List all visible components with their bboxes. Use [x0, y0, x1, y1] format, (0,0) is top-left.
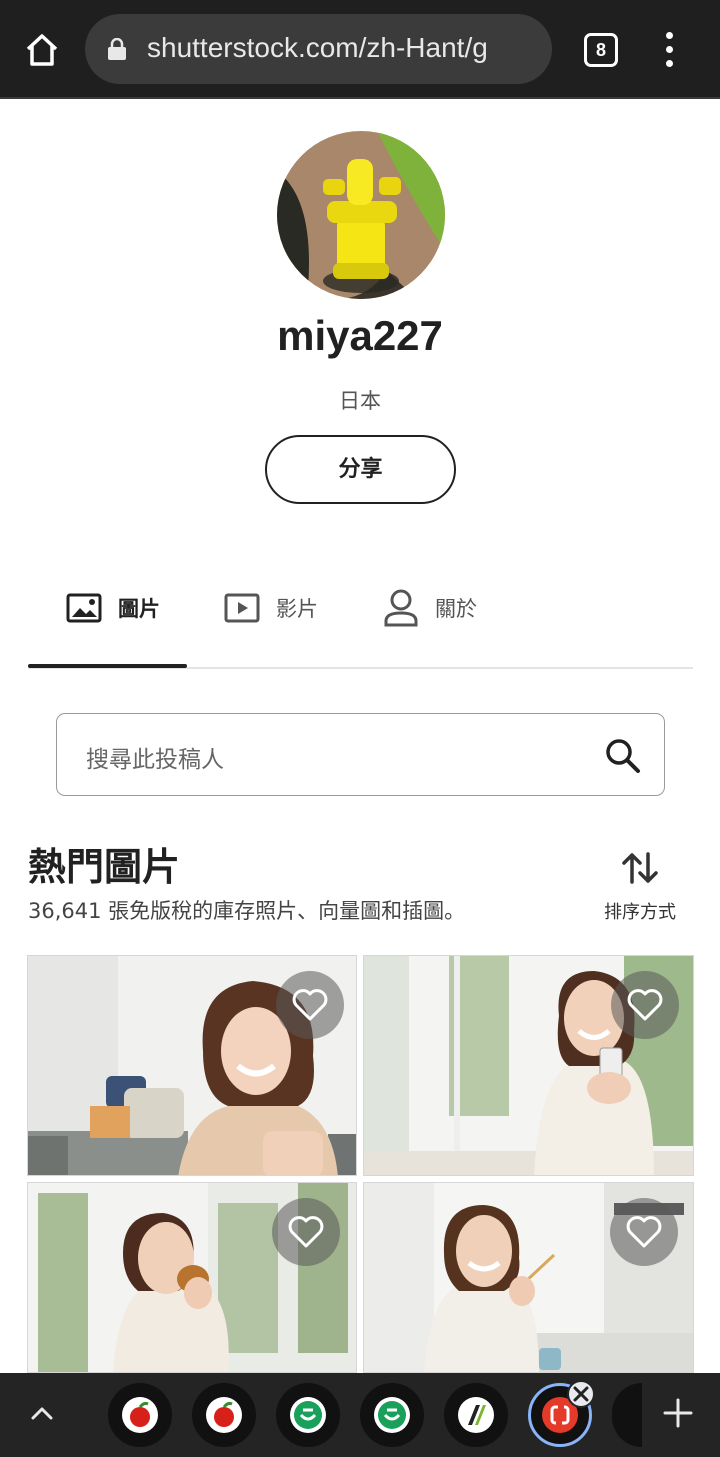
- favorite-button[interactable]: [610, 1198, 678, 1266]
- image-icon: [66, 593, 102, 623]
- green-logo-icon: [374, 1397, 410, 1433]
- favorite-button[interactable]: [276, 971, 344, 1039]
- url-text: shutterstock.com/zh-Hant/g: [147, 32, 488, 63]
- heart-icon: [627, 989, 663, 1021]
- photo-tile[interactable]: [27, 955, 357, 1176]
- tab-chip[interactable]: [612, 1383, 642, 1447]
- tab-strip: [0, 1373, 720, 1457]
- green-logo-icon: [290, 1397, 326, 1433]
- apple-icon: [122, 1397, 158, 1433]
- tab-videos[interactable]: 影片: [224, 588, 318, 628]
- person-icon: [384, 589, 418, 627]
- apple-icon: [206, 1397, 242, 1433]
- photo-tile[interactable]: [27, 1182, 357, 1373]
- chevron-up-icon[interactable]: [28, 1399, 56, 1427]
- browser-toolbar: shutterstock.com/zh-Hant/g 8: [0, 0, 720, 99]
- video-icon: [224, 593, 260, 623]
- location: 日本: [339, 389, 381, 413]
- home-icon[interactable]: [22, 30, 62, 70]
- tab-switcher-button[interactable]: 8: [584, 33, 618, 67]
- avatar: [277, 131, 445, 299]
- heart-icon: [288, 1216, 324, 1248]
- sort-button[interactable]: 排序方式: [596, 850, 684, 926]
- more-vert-icon[interactable]: [660, 32, 680, 68]
- tab-chip[interactable]: [276, 1383, 340, 1447]
- tab-label: 關於: [435, 597, 477, 621]
- tab-chip[interactable]: [108, 1383, 172, 1447]
- tab-chip[interactable]: [444, 1383, 508, 1447]
- tab-label: 影片: [276, 597, 318, 621]
- address-bar[interactable]: shutterstock.com/zh-Hant/g: [85, 14, 552, 84]
- photo-tile[interactable]: [363, 1182, 694, 1373]
- favorite-button[interactable]: [611, 971, 679, 1039]
- close-tab-icon[interactable]: [567, 1380, 595, 1408]
- search-placeholder: 搜尋此投稿人: [86, 747, 224, 773]
- contributor-search-input[interactable]: 搜尋此投稿人: [56, 713, 665, 796]
- new-tab-icon[interactable]: [660, 1395, 696, 1431]
- sort-icon: [622, 852, 658, 884]
- sort-label: 排序方式: [604, 902, 676, 923]
- tab-images[interactable]: 圖片: [66, 588, 160, 628]
- tab-chip[interactable]: [192, 1383, 256, 1447]
- striped-logo-icon: [458, 1397, 494, 1433]
- username: miya227: [277, 312, 443, 359]
- lock-icon: [108, 38, 126, 60]
- section-subtitle: 36,641 張免版稅的庫存照片、向量圖和插圖。: [28, 899, 466, 923]
- tab-label: 圖片: [118, 597, 160, 621]
- tab-about[interactable]: 關於: [383, 588, 477, 628]
- search-icon[interactable]: [603, 736, 643, 776]
- share-button[interactable]: 分享: [265, 435, 456, 504]
- heart-icon: [626, 1216, 662, 1248]
- heart-icon: [292, 989, 328, 1021]
- active-tab-indicator: [28, 664, 187, 668]
- section-title: 熱門圖片: [28, 845, 181, 889]
- favorite-button[interactable]: [272, 1198, 340, 1266]
- tab-chip[interactable]: [360, 1383, 424, 1447]
- photo-tile[interactable]: [363, 955, 694, 1176]
